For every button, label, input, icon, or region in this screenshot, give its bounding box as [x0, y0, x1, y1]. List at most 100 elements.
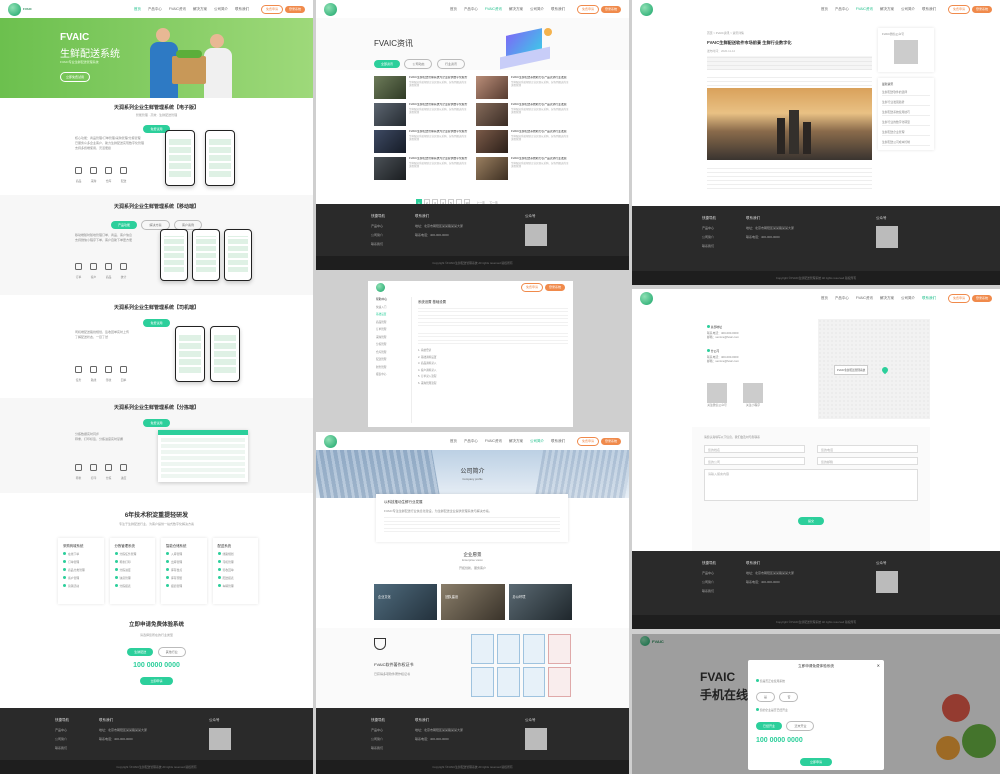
- apply-button[interactable]: 免费申请: [576, 4, 599, 14]
- breadcrumb-item[interactable]: 首页: [707, 31, 713, 35]
- help-menu-item[interactable]: 采购管理: [376, 335, 411, 339]
- option-button[interactable]: 生鲜配送: [127, 648, 154, 656]
- nav-link[interactable]: 解决方案: [193, 7, 207, 12]
- news-item[interactable]: FVAIC生鲜配送系统助力农产品流通行业发展 生鲜配送系统帮助企业实现从采购、分拣…: [476, 157, 570, 180]
- footer-link[interactable]: 公司简介: [702, 235, 716, 239]
- nav-link[interactable]: 联系我们: [922, 296, 936, 301]
- nav-link[interactable]: 联系我们: [235, 7, 249, 12]
- hot-news-item[interactable]: 生鲜配送系统使用技巧: [882, 110, 930, 116]
- nav-link[interactable]: 公司简介: [214, 7, 228, 12]
- option-button[interactable]: 已经开业: [756, 722, 783, 730]
- apply-button[interactable]: 免费申请: [576, 436, 599, 446]
- nav-link[interactable]: 公司简介: [530, 439, 544, 444]
- hero-cta-button[interactable]: 立即免费试用: [60, 72, 91, 82]
- nav-link[interactable]: 公司简介: [530, 7, 544, 12]
- nav-link[interactable]: 解决方案: [509, 7, 523, 12]
- nav-link[interactable]: 产品中心: [148, 7, 162, 12]
- submit-button[interactable]: 提交: [797, 517, 824, 525]
- help-menu-item[interactable]: 订单管理: [376, 327, 411, 331]
- apply-submit-button[interactable]: 立即申请: [799, 758, 832, 766]
- nav-link[interactable]: 公司简介: [901, 296, 915, 301]
- login-button[interactable]: 登录系统: [971, 294, 992, 302]
- nav-link[interactable]: 首页: [134, 7, 141, 12]
- nav-link[interactable]: FVAIC资讯: [485, 439, 502, 444]
- footer-link[interactable]: 公司简介: [371, 737, 385, 741]
- nav-link[interactable]: 产品中心: [464, 7, 478, 12]
- company-field[interactable]: 您的公司: [704, 457, 805, 465]
- apply-button[interactable]: 免费申请: [947, 293, 970, 303]
- news-item[interactable]: FVAIC生鲜配送管理系统为企业提供数字化服务 生鲜配送系统帮助企业实现从采购、分…: [374, 103, 468, 126]
- nav-link[interactable]: 首页: [450, 439, 457, 444]
- footer-link[interactable]: 公司简介: [371, 233, 385, 237]
- nav-link[interactable]: FVAIC资讯: [485, 7, 502, 12]
- map[interactable]: FVAIC生鲜配送管理系统: [818, 319, 930, 419]
- help-menu-item[interactable]: 报表中心: [376, 372, 411, 376]
- apply-button[interactable]: 免费申请: [260, 4, 283, 14]
- tab-all[interactable]: 全部资讯: [374, 60, 401, 68]
- nav-link[interactable]: 首页: [821, 7, 828, 12]
- login-button[interactable]: 登录系统: [600, 5, 621, 13]
- help-menu-item[interactable]: 分拣管理: [376, 342, 411, 346]
- nav-link[interactable]: 解决方案: [880, 296, 894, 301]
- nav-link[interactable]: FVAIC资讯: [856, 296, 873, 301]
- help-menu-item[interactable]: 快速入门: [376, 305, 411, 309]
- login-button[interactable]: 登录系统: [971, 5, 992, 13]
- trial-button[interactable]: 免费试用: [143, 419, 170, 427]
- login-button[interactable]: 登录系统: [544, 283, 565, 291]
- option-button[interactable]: 是: [756, 692, 776, 702]
- nav-link[interactable]: 公司简介: [901, 7, 915, 12]
- news-item[interactable]: FVAIC生鲜配送系统助力农产品流通行业发展 生鲜配送系统帮助企业实现从采购、分拣…: [476, 103, 570, 126]
- news-item[interactable]: FVAIC生鲜配送管理系统为企业提供数字化服务 生鲜配送系统帮助企业实现从采购、分…: [374, 130, 468, 153]
- footer-link[interactable]: 公司简介: [55, 737, 69, 741]
- hot-news-item[interactable]: 生鲜行业发展趋势: [882, 100, 930, 106]
- help-menu-item[interactable]: 商品管理: [376, 320, 411, 324]
- footer-link[interactable]: 联系我们: [702, 589, 716, 593]
- phone-field[interactable]: 您的电话: [817, 445, 918, 453]
- login-button[interactable]: 登录系统: [600, 437, 621, 445]
- logo-icon[interactable]: [324, 2, 337, 16]
- news-item[interactable]: FVAIC生鲜配送系统助力农产品流通行业发展 生鲜配送系统帮助企业实现从采购、分拣…: [476, 76, 570, 99]
- apply-button[interactable]: 免费申请: [947, 4, 970, 14]
- nav-link[interactable]: 产品中心: [835, 7, 849, 12]
- news-item[interactable]: FVAIC生鲜配送管理系统为企业提供数字化服务 生鲜配送系统帮助企业实现从采购、分…: [374, 76, 468, 99]
- logo-icon[interactable]: [324, 434, 337, 448]
- nav-link[interactable]: 首页: [821, 296, 828, 301]
- footer-link[interactable]: 联系我们: [371, 242, 385, 246]
- news-item[interactable]: FVAIC生鲜配送管理系统为企业提供数字化服务 生鲜配送系统帮助企业实现从采购、分…: [374, 157, 468, 180]
- option-button[interactable]: 还未开业: [786, 721, 815, 731]
- name-field[interactable]: 您的姓名: [704, 445, 805, 453]
- logo-icon[interactable]: [376, 282, 385, 292]
- footer-link[interactable]: 联系我们: [55, 746, 69, 750]
- nav-link[interactable]: 联系我们: [922, 7, 936, 12]
- footer-link[interactable]: 产品中心: [371, 728, 385, 732]
- help-menu-item[interactable]: 配送管理: [376, 357, 411, 361]
- news-item[interactable]: FVAIC生鲜配送系统助力农产品流通行业发展 生鲜配送系统帮助企业实现从采购、分拣…: [476, 130, 570, 153]
- trial-button[interactable]: 免费试用: [143, 319, 170, 327]
- footer-link[interactable]: 公司简介: [702, 580, 716, 584]
- nav-link[interactable]: FVAIC资讯: [169, 7, 186, 12]
- footer-link[interactable]: 产品中心: [371, 224, 385, 228]
- tab-company[interactable]: 公司动态: [404, 59, 433, 69]
- option-button[interactable]: 其他行业: [157, 647, 186, 657]
- nav-link[interactable]: 联系我们: [551, 7, 565, 12]
- footer-link[interactable]: 产品中心: [55, 728, 69, 732]
- footer-link[interactable]: 联系我们: [371, 746, 385, 750]
- footer-link[interactable]: 产品中心: [702, 571, 716, 575]
- close-icon[interactable]: ✕: [877, 663, 880, 668]
- logo-icon[interactable]: [640, 291, 653, 305]
- help-menu-item[interactable]: 财务管理: [376, 365, 411, 369]
- apply-submit-button[interactable]: 立即申请: [140, 677, 173, 685]
- nav-link[interactable]: 解决方案: [509, 439, 523, 444]
- hot-news-item[interactable]: 生鲜配送企业管理: [882, 130, 930, 136]
- apply-button[interactable]: 免费申请: [520, 282, 543, 292]
- logo-icon[interactable]: [640, 2, 653, 16]
- hot-news-item[interactable]: 生鲜配送公司成本控制: [882, 140, 930, 146]
- message-textarea[interactable]: 请输入留言内容: [704, 469, 918, 501]
- hot-news-item[interactable]: 生鲜配送软件的选择: [882, 90, 930, 96]
- help-menu-item[interactable]: 基础设置: [376, 312, 411, 316]
- breadcrumb-item[interactable]: FVAIC资讯: [716, 31, 730, 35]
- map-pin-icon[interactable]: [880, 365, 890, 375]
- tab-industry[interactable]: 行业资讯: [436, 59, 465, 69]
- logo-icon[interactable]: [8, 2, 21, 16]
- help-menu-item[interactable]: 仓库管理: [376, 350, 411, 354]
